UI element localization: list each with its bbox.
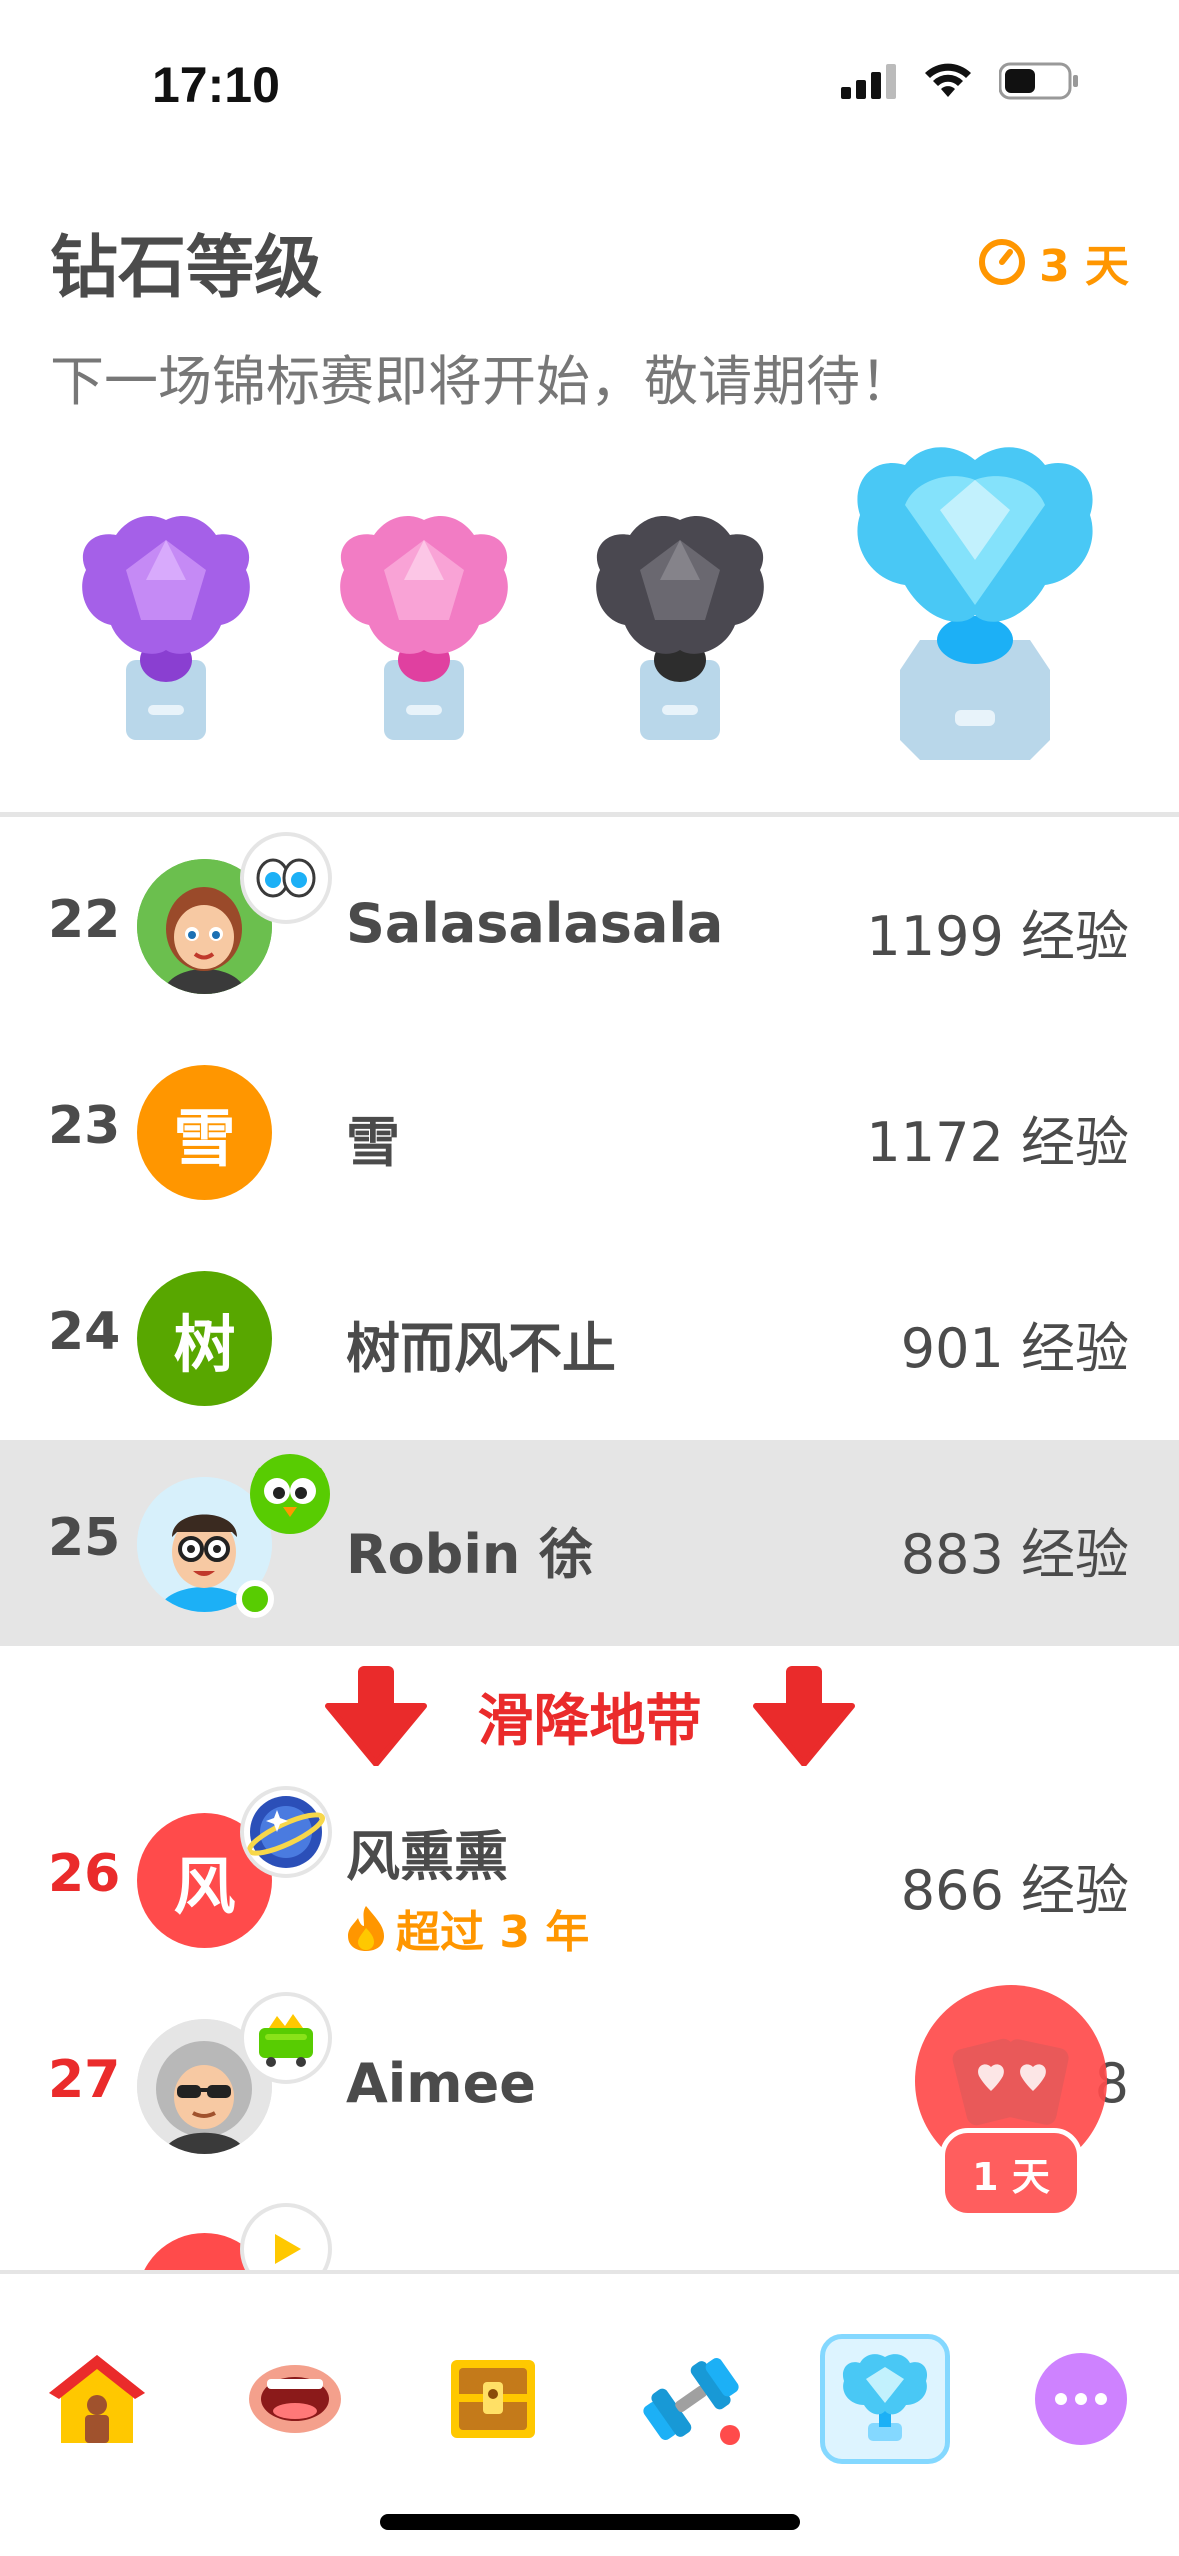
wifi-icon (925, 63, 971, 97)
flame-icon (348, 1906, 384, 1951)
gem-cart-icon (259, 2014, 313, 2067)
avatar-badge (244, 1448, 336, 1540)
league-trophies (0, 430, 1179, 760)
streak-label: 超过 3 年 (346, 1896, 589, 1960)
nav-treasure[interactable] (428, 2334, 558, 2464)
leaderboard-row[interactable]: 26 风 风熏熏 超过 3 年 866 经验 (0, 1776, 1179, 1982)
page-title: 钻石等级 (50, 229, 323, 308)
status-time: 17:10 (152, 57, 280, 113)
status-bar: 17:10 (0, 0, 1179, 160)
streak-text: 超过 3 年 (396, 1907, 590, 1958)
user-name: 风熏熏 (346, 1825, 508, 1888)
user-name: 雪 (346, 1111, 400, 1174)
home-indicator[interactable] (380, 2514, 800, 2530)
demotion-zone-divider: 滑降地带 (0, 1666, 1179, 1766)
user-name: Robin 徐 (346, 1523, 594, 1586)
xp-value: 866 经验 (900, 1859, 1129, 1922)
nav-leaderboard[interactable] (820, 2334, 950, 2464)
leaderboard-row[interactable]: 22 Salasalasala 1199 经验 (0, 822, 1179, 1028)
xp-value: 1199 经验 (866, 905, 1129, 968)
user-name: Salasalasala (346, 892, 724, 955)
online-status-indicator (236, 1580, 274, 1618)
nav-home[interactable] (32, 2334, 162, 2464)
avatar[interactable]: 树 (137, 1271, 272, 1406)
status-icons (841, 62, 1079, 100)
leaderboard-row-current-user[interactable]: 25 Robin 徐 883 经验 (0, 1440, 1179, 1646)
timer-label: 3 天 (1039, 241, 1129, 292)
user-name: 树而风不止 (346, 1317, 616, 1380)
leaderboard-trophy-icon (842, 2354, 928, 2441)
rank-number: 27 (48, 2050, 121, 2110)
rank-number: 26 (48, 1844, 121, 1904)
avatar-badge (240, 1786, 332, 1878)
arrow-down-icon (752, 1666, 855, 1766)
nav-speaking[interactable] (230, 2334, 360, 2464)
arrow-down-icon (324, 1666, 427, 1766)
pearl-trophy-icon (340, 515, 508, 740)
user-name: Aimee (346, 2052, 536, 2115)
divider (0, 812, 1179, 817)
xp-value: 1172 经验 (866, 1111, 1129, 1174)
xp-value: 901 经验 (900, 1317, 1129, 1380)
reward-timer-badge[interactable]: 1 天 (940, 2128, 1082, 2218)
league-timer: 3 天 (977, 230, 1129, 294)
timer-icon (979, 239, 1026, 285)
xp-value: 883 经验 (900, 1523, 1129, 1586)
signal-icon (841, 64, 896, 99)
diamond-trophy-icon (857, 447, 1093, 760)
obsidian-trophy-icon (596, 515, 764, 740)
nav-more[interactable] (1016, 2334, 1146, 2464)
avatar-badge (240, 1992, 332, 2084)
speaking-icon (249, 2365, 341, 2433)
avatar[interactable]: 雪 (137, 1065, 272, 1200)
battery-icon (999, 62, 1078, 100)
league-header: 钻石等级 3 天 下一场锦标赛即将开始，敬请期待！ (50, 212, 1129, 416)
avatar-badge (240, 832, 332, 924)
league-subtitle: 下一场锦标赛即将开始，敬请期待！ (50, 350, 914, 413)
rank-number: 22 (48, 890, 121, 950)
nav-practice[interactable] (626, 2334, 756, 2464)
play-icon (275, 2234, 301, 2264)
avatar-badge (240, 2203, 332, 2270)
planet-icon (247, 1796, 325, 1868)
practice-dumbbell-icon (643, 2358, 740, 2445)
leaderboard-row[interactable]: 23 雪 雪 1172 经验 (0, 1028, 1179, 1234)
more-icon (1035, 2353, 1127, 2445)
treasure-chest-icon (451, 2360, 535, 2438)
rank-number: 23 (48, 1096, 121, 1156)
rank-number: 24 (48, 1302, 121, 1362)
trophy-cards-icon (952, 2038, 1069, 2126)
duo-owl-icon (250, 1454, 330, 1534)
amethyst-trophy-icon (82, 515, 250, 740)
rank-number: 25 (48, 1508, 121, 1568)
home-icon (49, 2355, 145, 2443)
demotion-zone-label: 滑降地带 (477, 1688, 702, 1754)
eyes-icon (256, 858, 316, 898)
leaderboard-row[interactable]: 24 树 树而风不止 901 经验 (0, 1234, 1179, 1440)
